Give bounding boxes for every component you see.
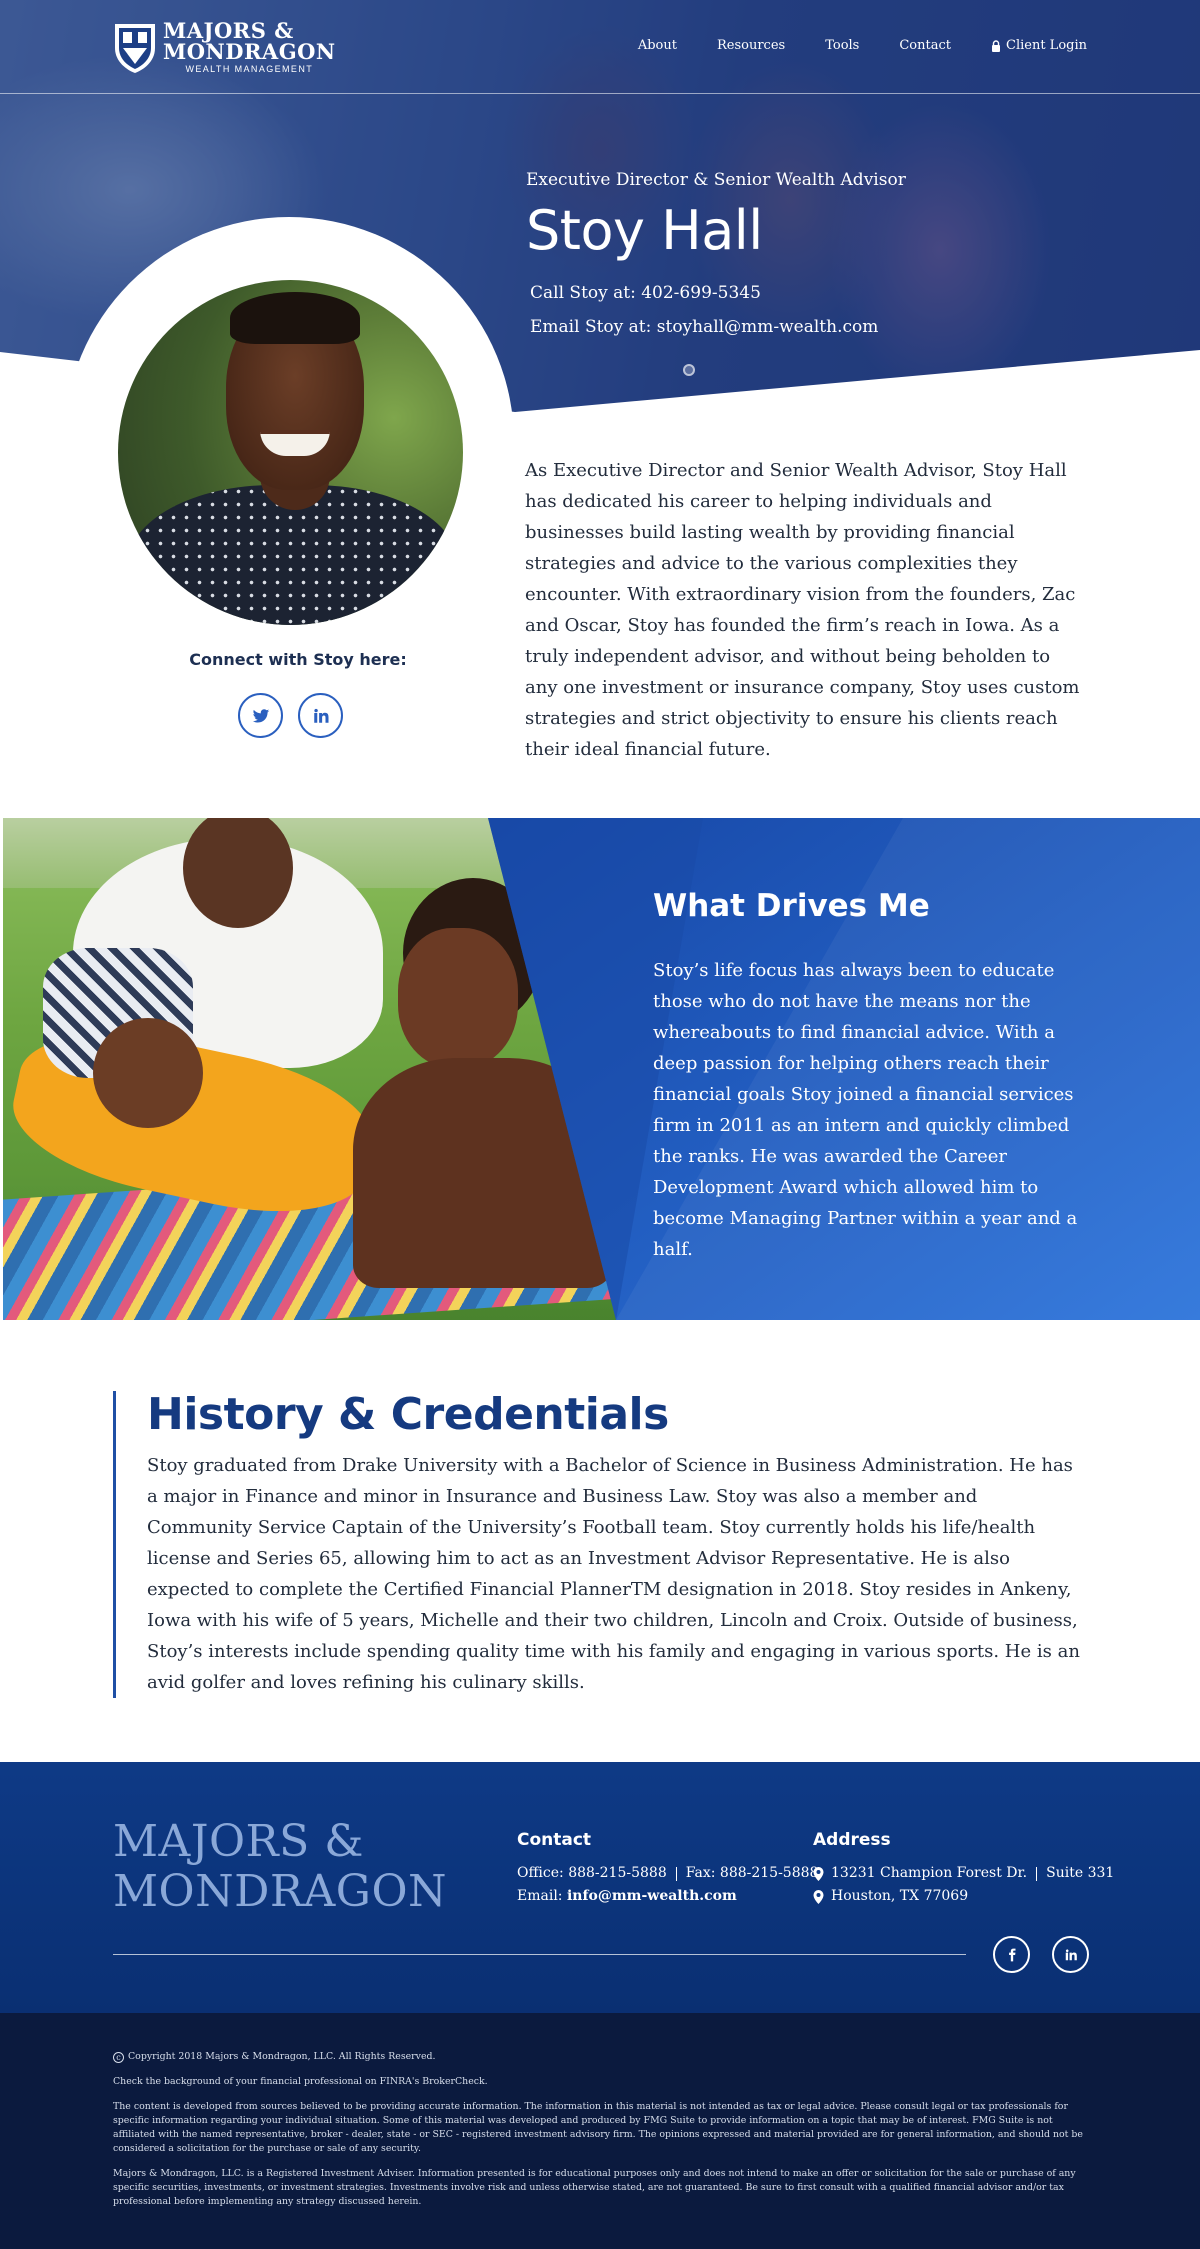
footer-logo[interactable]: MAJORS & MONDRAGON xyxy=(113,1817,447,1917)
divider xyxy=(1036,1866,1038,1881)
footer-contact-heading: Contact xyxy=(517,1830,592,1850)
advisor-bio: As Executive Director and Senior Wealth … xyxy=(525,460,1080,760)
footer-divider xyxy=(113,1954,966,1955)
logo-tagline: WEALTH MANAGEMENT xyxy=(185,64,314,74)
client-login-link[interactable]: Client Login xyxy=(991,38,1087,53)
copyright-text: Copyright 2018 Majors & Mondragon, LLC. … xyxy=(128,2051,436,2062)
brand-logo[interactable]: MAJORS & MONDRAGON WEALTH MANAGEMENT xyxy=(113,20,336,74)
shield-logo-icon xyxy=(115,24,155,73)
footer-social-links xyxy=(993,1936,1089,1973)
footer-suite: Suite 331 xyxy=(1046,1865,1115,1881)
lock-icon xyxy=(992,39,1000,52)
map-pin-icon xyxy=(813,1889,824,1904)
drives-text: Stoy’s life focus has always been to edu… xyxy=(653,960,1078,1260)
footer-contact: Contact Office: 888-215-5888 Fax: 888-21… xyxy=(517,1830,818,1908)
footer-street-line: 13231 Champion Forest Dr. Suite 331 xyxy=(813,1862,1114,1885)
nav-tools[interactable]: Tools xyxy=(825,38,859,53)
site-footer: MAJORS & MONDRAGON Contact Office: 888-2… xyxy=(0,1762,1200,2013)
map-pin-icon xyxy=(813,1866,824,1881)
footer-email-link[interactable]: info@mm-wealth.com xyxy=(567,1885,737,1908)
twitter-icon xyxy=(252,708,269,723)
nav-contact[interactable]: Contact xyxy=(899,38,951,53)
history-section: History & Credentials Stoy graduated fro… xyxy=(113,1389,1088,1698)
footer-address: Address 13231 Champion Forest Dr. Suite … xyxy=(813,1830,1114,1908)
footer-street: 13231 Champion Forest Dr. xyxy=(831,1865,1028,1881)
advisor-name: Stoy Hall xyxy=(526,199,763,262)
nav-about[interactable]: About xyxy=(638,38,677,53)
footer-city-line: Houston, TX 77069 xyxy=(813,1885,1114,1908)
footer-email-line: Email: info@mm-wealth.com xyxy=(517,1885,818,1908)
brokercheck-link[interactable]: Check the background of your financial p… xyxy=(113,2075,1087,2089)
connect-label: Connect with Stoy here: xyxy=(189,650,407,669)
footer-logo-line2: MONDRAGON xyxy=(113,1866,448,1917)
copyright-icon: c xyxy=(113,2051,124,2063)
what-drives-me-section: What Drives Me Stoy’s life focus has alw… xyxy=(3,818,1200,1320)
history-heading: History & Credentials xyxy=(147,1389,669,1440)
client-login-label: Client Login xyxy=(1006,38,1087,53)
facebook-button[interactable] xyxy=(993,1936,1030,1973)
footer-office-phone[interactable]: Office: 888-215-5888 xyxy=(517,1862,667,1885)
headshot-hair xyxy=(230,292,360,344)
footer-phone-line: Office: 888-215-5888 Fax: 888-215-5888 xyxy=(517,1862,818,1885)
hero-text: Executive Director & Senior Wealth Advis… xyxy=(526,170,906,344)
footer-email-label: Email: xyxy=(517,1888,563,1904)
history-text: Stoy graduated from Drake University wit… xyxy=(147,1455,1080,1693)
advisor-headshot xyxy=(118,280,463,625)
linkedin-button[interactable] xyxy=(298,693,343,738)
logo-wordmark-line2: MONDRAGON xyxy=(163,39,336,64)
legal-section: c Copyright 2018 Majors & Mondragon, LLC… xyxy=(0,2013,1200,2249)
disclaimer-text: The content is developed from sources be… xyxy=(113,2101,1083,2154)
advisor-social-links xyxy=(238,693,343,738)
email-line[interactable]: Email Stoy at: stoyhall@mm-wealth.com xyxy=(530,310,906,344)
footer-address-heading: Address xyxy=(813,1830,891,1850)
facebook-icon xyxy=(1008,1948,1015,1961)
drives-heading: What Drives Me xyxy=(653,888,930,924)
footer-fax: Fax: 888-215-5888 xyxy=(685,1865,819,1881)
site-header: MAJORS & MONDRAGON WEALTH MANAGEMENT Abo… xyxy=(0,0,1200,94)
divider xyxy=(675,1866,677,1881)
ria-disclaimer-text: Majors & Mondragon, LLC. is a Registered… xyxy=(113,2168,1076,2207)
linkedin-icon xyxy=(1065,1948,1077,1960)
advisor-title: Executive Director & Senior Wealth Advis… xyxy=(526,170,906,190)
twitter-button[interactable] xyxy=(238,693,283,738)
footer-logo-line1: MAJORS & xyxy=(113,1816,364,1867)
phone-line[interactable]: Call Stoy at: 402-699-5345 xyxy=(530,276,906,310)
linkedin-icon xyxy=(313,708,328,723)
copyright-line: c Copyright 2018 Majors & Mondragon, LLC… xyxy=(113,2050,1087,2064)
main-nav: About Resources Tools Contact Client Log… xyxy=(598,38,1087,53)
scroll-indicator[interactable] xyxy=(683,364,695,376)
logo-wordmark-line1: MAJORS & xyxy=(163,18,294,43)
nav-resources[interactable]: Resources xyxy=(717,38,785,53)
footer-city: Houston, TX 77069 xyxy=(831,1888,969,1904)
footer-linkedin-button[interactable] xyxy=(1052,1936,1089,1973)
